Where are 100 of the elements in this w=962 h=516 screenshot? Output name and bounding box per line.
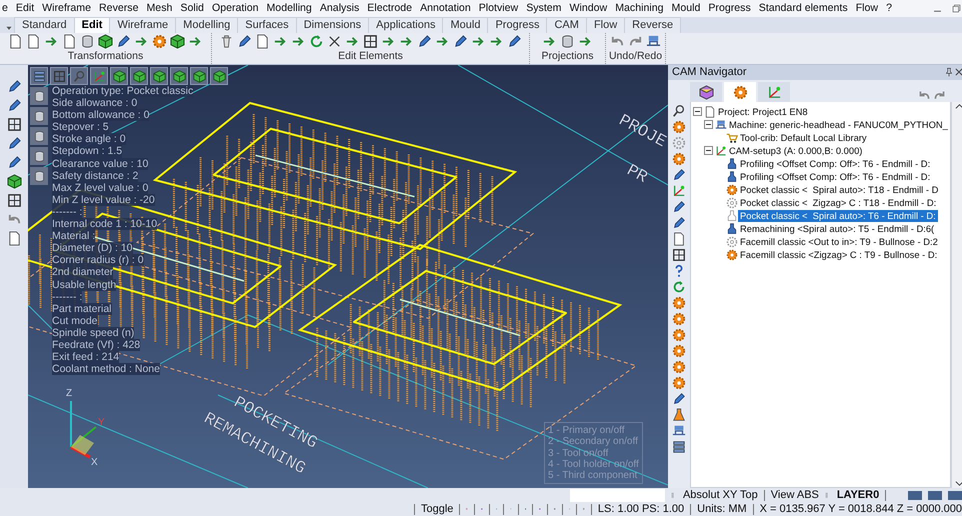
ribbon-tab[interactable]: Edit <box>74 17 110 33</box>
search-icon[interactable] <box>672 104 686 118</box>
trash-icon[interactable] <box>219 34 234 49</box>
cylinder-button[interactable] <box>30 127 48 145</box>
arrow-icon[interactable] <box>489 34 504 49</box>
pencil-icon[interactable] <box>672 200 686 214</box>
flask-icon[interactable] <box>672 408 686 422</box>
arrow-icon[interactable] <box>578 34 593 49</box>
view-button[interactable] <box>190 67 208 85</box>
menu-item[interactable]: Solid <box>180 0 204 16</box>
frame-icon[interactable] <box>363 34 378 49</box>
layers-icon[interactable] <box>672 440 686 454</box>
pencil-icon[interactable] <box>6 98 22 113</box>
cylinder-button[interactable] <box>30 147 48 165</box>
close-icon[interactable] <box>954 67 962 78</box>
menu-item[interactable]: Analysis <box>320 0 360 16</box>
ribbon-tab[interactable]: Surfaces <box>237 17 297 33</box>
cube-icon[interactable] <box>170 34 185 49</box>
page-icon[interactable] <box>672 232 686 246</box>
pencil-icon[interactable] <box>6 136 22 151</box>
page-icon[interactable] <box>6 231 22 246</box>
collapse-icon[interactable] <box>693 107 702 116</box>
cylinder-icon[interactable] <box>80 34 95 49</box>
ribbon-tab[interactable]: Applications <box>368 17 444 33</box>
cylinder-button[interactable] <box>30 107 48 125</box>
view-button[interactable] <box>50 67 68 85</box>
menu-item[interactable]: Plotview <box>478 0 518 16</box>
arrow-icon[interactable] <box>345 34 360 49</box>
gear-icon[interactable] <box>152 34 167 49</box>
scroll-down-icon[interactable] <box>955 479 962 488</box>
menu-item[interactable]: Electrode <box>367 0 412 16</box>
axes-icon[interactable] <box>672 184 686 198</box>
gear-icon[interactable] <box>672 360 686 374</box>
navigator-tab[interactable] <box>724 82 756 102</box>
gear-icon[interactable] <box>672 120 686 134</box>
gear-icon[interactable] <box>672 328 686 342</box>
pencil-icon[interactable] <box>672 392 686 406</box>
tree-item[interactable]: Pocket classic < Spiral auto>: T18 - Endmill - D <box>738 184 940 196</box>
arrow-icon[interactable] <box>188 34 203 49</box>
ribbon-tab[interactable]: Modelling <box>175 17 238 33</box>
arrow-icon[interactable] <box>542 34 557 49</box>
frame-icon[interactable] <box>6 193 22 208</box>
redo-icon[interactable] <box>932 89 946 102</box>
tree-item[interactable]: Pocket classic < Spiral auto>: T6 - Endmill - D: <box>738 210 938 222</box>
tree-item[interactable]: Profiling <Offset Comp: Off>: T6 - Endmill - D: <box>738 170 932 182</box>
menu-item[interactable]: ? <box>886 0 892 16</box>
ribbon-tab[interactable]: Wireframe <box>109 17 176 33</box>
menu-item[interactable]: Standard elements <box>758 0 848 16</box>
pencil-icon[interactable] <box>6 79 22 94</box>
tree-item[interactable]: Facemill classic <Zigzag> C : T9 - Bullnose - D: <box>738 248 940 260</box>
cube-icon[interactable] <box>98 34 113 49</box>
toggle-label[interactable]: Toggle <box>421 500 454 516</box>
ribbon-tab[interactable]: Reverse <box>624 17 682 33</box>
arrow-icon[interactable] <box>44 34 59 49</box>
menu-item[interactable]: Operation <box>212 0 258 16</box>
ribbon-tab[interactable]: Standard <box>14 17 75 33</box>
tree-item[interactable]: Project: Project1 EN8 <box>716 106 810 118</box>
cylinder-button[interactable] <box>30 87 48 105</box>
frame-icon[interactable] <box>6 117 22 132</box>
gear-icon[interactable] <box>672 344 686 358</box>
pencil-icon[interactable] <box>672 168 686 182</box>
arrow-icon[interactable] <box>291 34 306 49</box>
menu-item[interactable]: Annotation <box>420 0 471 16</box>
pencil-icon[interactable] <box>672 216 686 230</box>
scroll-up-icon[interactable] <box>955 102 962 111</box>
arrow-icon[interactable] <box>381 34 396 49</box>
navigator-tab[interactable] <box>690 82 722 102</box>
ribbon-tab[interactable]: Mould <box>442 17 488 33</box>
gear-icon[interactable] <box>672 296 686 310</box>
arrow-icon[interactable] <box>399 34 414 49</box>
view-button[interactable] <box>210 67 228 85</box>
menu-item[interactable]: Wireframe <box>42 0 92 16</box>
menu-item[interactable]: Progress <box>708 0 751 16</box>
menu-item[interactable]: e <box>2 0 8 16</box>
menu-item[interactable]: Flow <box>856 0 878 16</box>
ribbon-tab[interactable]: CAM <box>546 17 587 33</box>
search-field[interactable] <box>570 488 665 502</box>
view-button[interactable] <box>30 67 48 85</box>
tree-item[interactable]: Pocket classic < Zigzag> C : T18 - Endmill - D: <box>738 196 938 208</box>
undo-icon[interactable] <box>918 89 931 102</box>
arrow-icon[interactable] <box>435 34 450 49</box>
cylinder-icon[interactable] <box>560 34 575 49</box>
collapse-icon[interactable] <box>704 146 713 155</box>
menu-item[interactable]: Reverse <box>99 0 138 16</box>
ribbon-tab[interactable]: Dimensions <box>296 17 370 33</box>
view-button[interactable] <box>170 67 188 85</box>
close-icon[interactable] <box>327 34 342 49</box>
menu-item[interactable]: Mould <box>672 0 700 16</box>
restore-icon[interactable] <box>951 3 962 14</box>
tree-item[interactable]: Profiling <Offset Comp: Off>: T6 - Endmill - D: <box>738 158 932 170</box>
arrow-icon[interactable] <box>471 34 486 49</box>
refresh-icon[interactable] <box>672 280 686 294</box>
view-button[interactable] <box>150 67 168 85</box>
ribbon-tab[interactable]: Progress <box>487 17 548 33</box>
menu-item[interactable]: Modelling <box>266 0 312 16</box>
gear-icon[interactable] <box>672 312 686 326</box>
menu-item[interactable]: Machining <box>615 0 664 16</box>
machine-icon[interactable] <box>672 424 686 438</box>
menu-item[interactable]: System <box>526 0 562 16</box>
menu-item[interactable]: Window <box>570 0 608 16</box>
